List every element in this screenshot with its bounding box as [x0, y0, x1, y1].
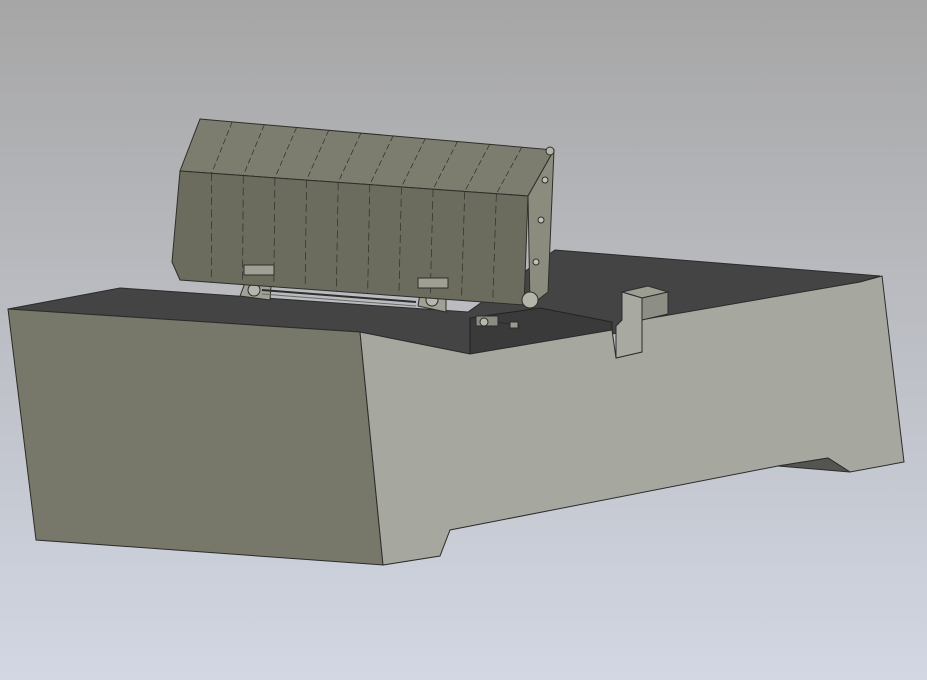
- blade-top-pin: [545, 146, 555, 156]
- blade-tip-roller: [521, 291, 539, 309]
- base-left-face: [7, 308, 384, 566]
- blade-assembly: [171, 118, 555, 309]
- cad-viewport[interactable]: [0, 0, 927, 680]
- cad-model-render: [0, 0, 927, 680]
